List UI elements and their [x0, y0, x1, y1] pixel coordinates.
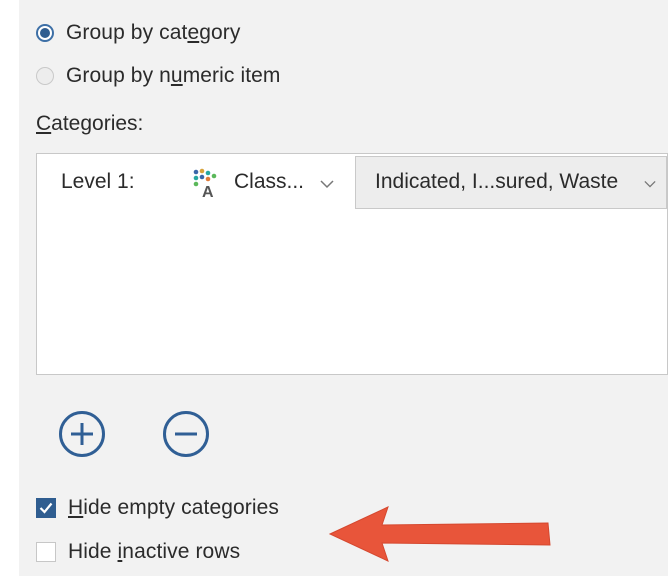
- hide-inactive-rows-checkbox[interactable]: Hide inactive rows: [36, 540, 240, 564]
- categories-list[interactable]: Level 1: A Class... Indicated, I...sured…: [36, 153, 668, 375]
- group-by-category-radio[interactable]: Group by category: [36, 21, 240, 45]
- radio-selected-icon: [36, 24, 54, 42]
- hide-empty-categories-checkbox[interactable]: Hide empty categories: [36, 496, 279, 520]
- radio-unselected-icon: [36, 67, 54, 85]
- level-label: Level 1:: [61, 170, 135, 193]
- categorical-attribute-icon: A: [193, 168, 217, 198]
- hide-inactive-rows-label: Hide inactive rows: [68, 540, 241, 563]
- checkbox-checked-icon: [36, 498, 56, 518]
- chevron-down-icon[interactable]: [320, 179, 334, 189]
- chevron-down-icon: [644, 180, 656, 188]
- categories-caption: Categories:: [36, 112, 144, 135]
- hide-empty-categories-label: Hide empty categories: [68, 496, 280, 519]
- remove-category-button[interactable]: [163, 411, 209, 457]
- attribute-label[interactable]: Class...: [234, 170, 304, 194]
- annotation-arrow-icon: [328, 506, 551, 562]
- svg-text:A: A: [202, 184, 214, 198]
- group-by-numeric-item-label: Group by numeric item: [66, 64, 281, 87]
- checkbox-unchecked-icon: [36, 542, 56, 562]
- values-dropdown[interactable]: Indicated, I...sured, Waste: [355, 156, 667, 209]
- group-by-numeric-item-radio[interactable]: Group by numeric item: [36, 64, 281, 88]
- minus-icon: [175, 432, 197, 436]
- plus-icon: [71, 423, 93, 445]
- group-by-category-label: Group by category: [66, 21, 241, 44]
- values-text: Indicated, I...sured, Waste: [375, 170, 619, 193]
- add-category-button[interactable]: [59, 411, 105, 457]
